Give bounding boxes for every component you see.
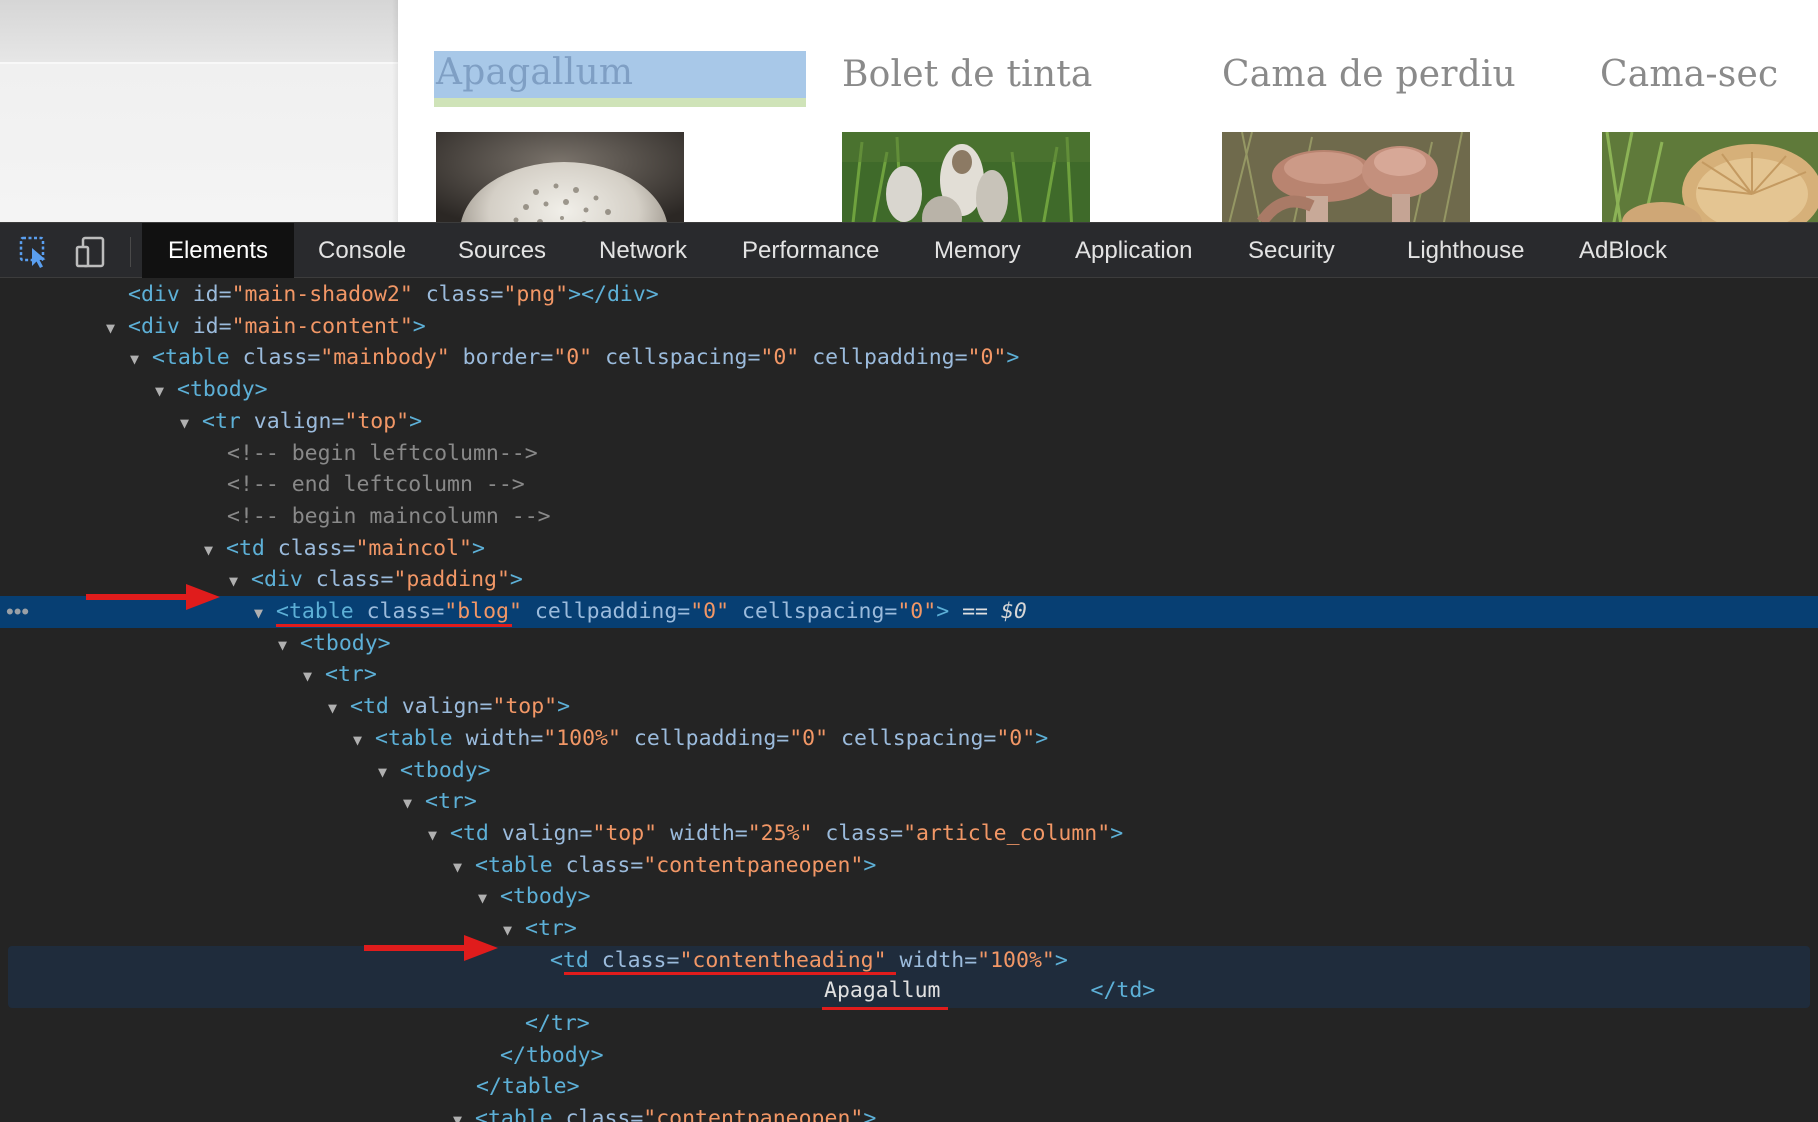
dom-node[interactable]: ▼ <tr> bbox=[0, 659, 1818, 691]
dom-node[interactable]: </tr> bbox=[0, 1008, 1818, 1040]
dom-node[interactable]: ▼ <table class="contentpaneopen"> bbox=[0, 850, 1818, 882]
article-cama-de-perdiu[interactable]: Cama de perdiu bbox=[1218, 48, 1598, 222]
dom-node[interactable]: ▼ <tr> bbox=[0, 913, 1818, 945]
expand-triangle-icon[interactable]: ▼ bbox=[130, 344, 152, 376]
devtools-toolbar: Elements Console Sources Network Perform… bbox=[0, 222, 1818, 278]
expand-triangle-icon[interactable]: ▼ bbox=[328, 693, 350, 725]
red-underline bbox=[822, 1007, 948, 1010]
expand-triangle-icon[interactable]: ▼ bbox=[204, 535, 226, 567]
red-underline bbox=[564, 972, 896, 975]
tab-application[interactable]: Application bbox=[1075, 223, 1192, 278]
tab-security[interactable]: Security bbox=[1248, 223, 1335, 278]
article-title-selected[interactable]: Apagallum bbox=[434, 51, 806, 107]
dom-tree: <div id="main-shadow2" class="png"></div… bbox=[0, 279, 1818, 1122]
dom-node[interactable]: </tbody> bbox=[0, 1040, 1818, 1072]
mushroom-photo-bolet-de-tinta[interactable] bbox=[842, 132, 1090, 222]
expand-triangle-icon[interactable]: ▼ bbox=[428, 820, 450, 852]
mushroom-photo-apagallum[interactable] bbox=[436, 132, 684, 222]
expand-triangle-icon[interactable]: ▼ bbox=[503, 915, 525, 947]
dom-node[interactable]: ▼ <div id="main-content"> bbox=[0, 311, 1818, 343]
expand-triangle-icon[interactable]: ▼ bbox=[155, 376, 177, 408]
tab-console[interactable]: Console bbox=[318, 223, 406, 278]
dom-node[interactable]: ▼ <tr> bbox=[0, 786, 1818, 818]
dom-node[interactable]: ▼ <td valign="top" width="25%" class="art… bbox=[0, 818, 1818, 850]
dom-node[interactable]: ▼ <tr valign="top"> bbox=[0, 406, 1818, 438]
expand-triangle-icon[interactable]: ▼ bbox=[229, 566, 251, 598]
dom-comment[interactable]: <!-- end leftcolumn --> bbox=[0, 469, 1818, 501]
tab-lighthouse[interactable]: Lighthouse bbox=[1407, 223, 1524, 278]
dom-node[interactable]: ▼ <table class="mainbody" border="0" cell… bbox=[0, 342, 1818, 374]
expand-triangle-icon[interactable]: ▼ bbox=[353, 725, 375, 757]
tab-sources[interactable]: Sources bbox=[458, 223, 546, 278]
expand-triangle-icon[interactable]: ▼ bbox=[106, 313, 128, 345]
article-title[interactable]: Bolet de tinta bbox=[842, 50, 1093, 100]
expand-triangle-icon[interactable]: ▼ bbox=[478, 883, 500, 915]
dom-node[interactable]: ▼ <tbody> bbox=[0, 881, 1818, 913]
article-bolet-de-tinta[interactable]: Bolet de tinta bbox=[838, 48, 1218, 222]
dom-node[interactable]: ▼ <table width="100%" cellpadding="0" cel… bbox=[0, 723, 1818, 755]
dom-node[interactable]: ▼ <table class="contentpaneopen"> bbox=[0, 1103, 1818, 1122]
expand-triangle-icon[interactable]: ▼ bbox=[180, 408, 202, 440]
tab-performance[interactable]: Performance bbox=[742, 223, 879, 278]
expand-triangle-icon[interactable]: ▼ bbox=[303, 661, 325, 693]
expand-triangle-icon[interactable]: ▼ bbox=[378, 757, 400, 789]
dom-node[interactable]: <div id="main-shadow2" class="png"></div… bbox=[0, 279, 1818, 311]
page-preview: Apagallum Bolet de tinta Cama de perdiu … bbox=[0, 0, 1818, 222]
dom-node[interactable]: ▼ <tbody> bbox=[0, 755, 1818, 787]
dom-text-node[interactable]: Apagallum </td> bbox=[0, 975, 1818, 1007]
expand-triangle-icon[interactable]: ▼ bbox=[453, 1105, 475, 1122]
inspect-element-icon[interactable] bbox=[18, 235, 52, 269]
expand-triangle-icon[interactable]: ▼ bbox=[453, 852, 475, 884]
red-arrow-icon bbox=[86, 584, 220, 610]
dom-comment[interactable]: <!-- begin maincolumn --> bbox=[0, 501, 1818, 533]
dom-node[interactable]: ▼ <div class="padding"> bbox=[0, 564, 1818, 596]
tab-network[interactable]: Network bbox=[599, 223, 687, 278]
mushroom-photo-cama-de-perdiu[interactable] bbox=[1222, 132, 1470, 222]
dom-node[interactable]: </table> bbox=[0, 1071, 1818, 1103]
page-left-gutter bbox=[0, 0, 398, 222]
article-title[interactable]: Cama de perdiu bbox=[1222, 50, 1516, 100]
article-title[interactable]: Cama-sec bbox=[1600, 50, 1778, 100]
expand-triangle-icon[interactable]: ▼ bbox=[403, 788, 425, 820]
dom-node[interactable]: ▼ <td class="maincol"> bbox=[0, 533, 1818, 565]
mushroom-photo-cama-sec[interactable] bbox=[1602, 132, 1818, 222]
dom-node-selected[interactable]: ▼ <table class="blog" cellpadding="0" cel… bbox=[0, 596, 1818, 628]
red-arrow-icon bbox=[364, 935, 498, 961]
dom-comment[interactable]: <!-- begin leftcolumn--> bbox=[0, 438, 1818, 470]
devtools-panel: Elements Console Sources Network Perform… bbox=[0, 222, 1818, 1122]
tab-elements[interactable]: Elements bbox=[142, 223, 294, 278]
dom-node[interactable]: ▼ <tbody> bbox=[0, 374, 1818, 406]
more-actions-icon[interactable]: ••• bbox=[6, 596, 29, 628]
device-toolbar-icon[interactable] bbox=[74, 235, 108, 269]
dom-node[interactable]: ▼ <tbody> bbox=[0, 628, 1818, 660]
dom-node[interactable]: ▼ <td valign="top"> bbox=[0, 691, 1818, 723]
tab-adblock[interactable]: AdBlock bbox=[1579, 223, 1667, 278]
article-cama-sec[interactable]: Cama-sec bbox=[1596, 48, 1818, 222]
tab-memory[interactable]: Memory bbox=[934, 223, 1021, 278]
expand-triangle-icon[interactable]: ▼ bbox=[278, 630, 300, 662]
expand-triangle-icon[interactable]: ▼ bbox=[254, 598, 276, 630]
dom-node-hovered[interactable]: <td class="contentheading" width="100%"> bbox=[0, 945, 1818, 977]
article-apagallum[interactable]: Apagallum bbox=[434, 48, 814, 222]
red-underline bbox=[276, 624, 512, 627]
